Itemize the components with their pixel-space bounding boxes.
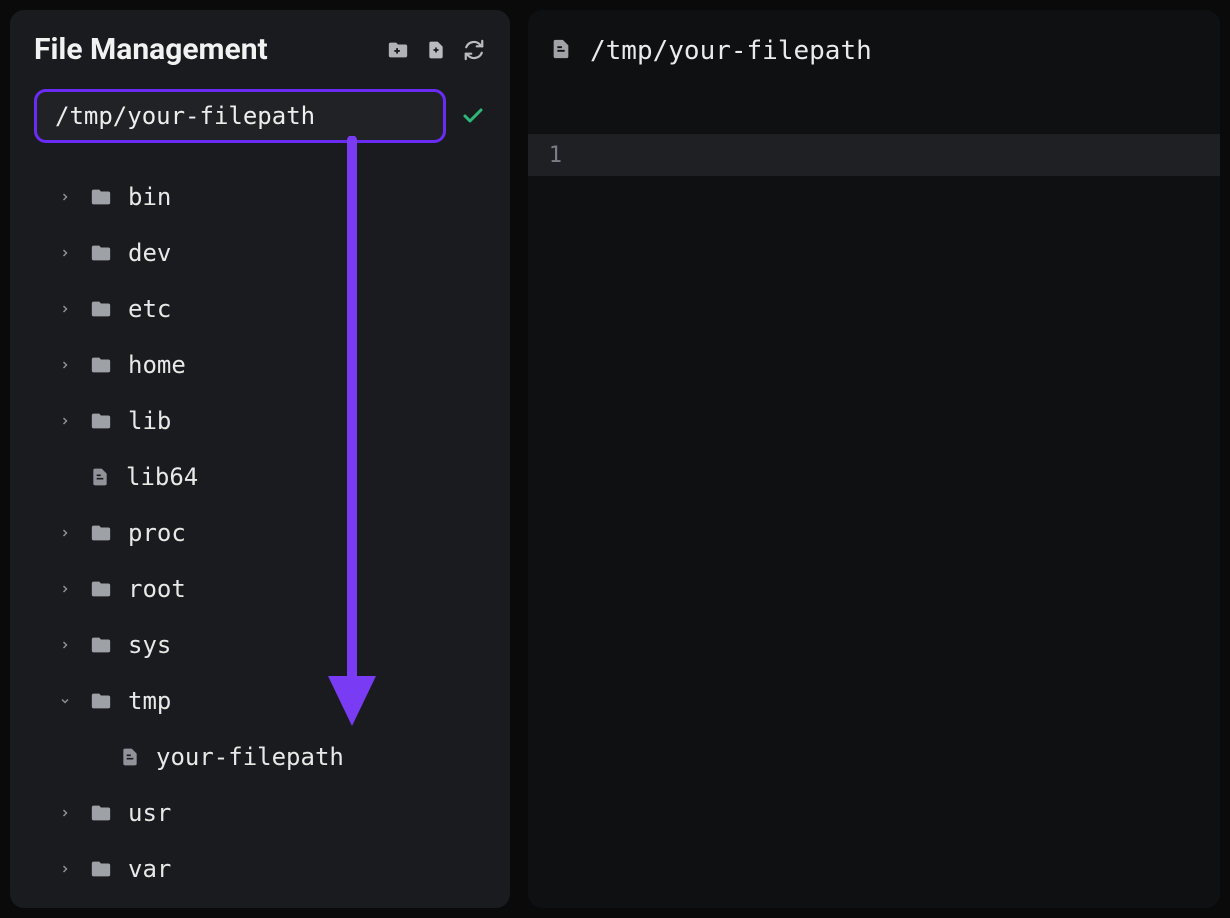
tree-folder-var[interactable]: var xyxy=(56,841,486,897)
file-plus-icon xyxy=(426,39,446,61)
refresh-button[interactable] xyxy=(462,38,486,62)
sidebar-title: File Management xyxy=(34,32,268,67)
check-icon xyxy=(461,104,485,128)
chevron-right-icon xyxy=(56,415,74,427)
tree-item-label: your-filepath xyxy=(156,743,344,771)
sidebar-header: File Management xyxy=(34,32,486,67)
folder-icon xyxy=(90,522,112,544)
tree-folder-usr[interactable]: usr xyxy=(56,785,486,841)
open-file-path: /tmp/your-filepath xyxy=(590,36,872,66)
folder-icon xyxy=(90,354,112,376)
file-tree: bin dev etc home lib xyxy=(34,169,486,897)
tree-folder-bin[interactable]: bin xyxy=(56,169,486,225)
tree-item-label: lib xyxy=(128,407,171,435)
editor-header: /tmp/your-filepath xyxy=(528,36,1220,66)
tree-folder-sys[interactable]: sys xyxy=(56,617,486,673)
folder-icon xyxy=(90,858,112,880)
tree-folder-lib[interactable]: lib xyxy=(56,393,486,449)
chevron-right-icon xyxy=(56,583,74,595)
tree-folder-tmp[interactable]: tmp xyxy=(56,673,486,729)
confirm-path-button[interactable] xyxy=(460,103,486,129)
chevron-right-icon xyxy=(56,807,74,819)
folder-icon xyxy=(90,298,112,320)
chevron-right-icon xyxy=(56,527,74,539)
tree-item-label: tmp xyxy=(128,687,171,715)
path-input-row xyxy=(34,89,486,143)
chevron-right-icon xyxy=(56,191,74,203)
chevron-right-icon xyxy=(56,639,74,651)
folder-icon xyxy=(90,242,112,264)
chevron-right-icon xyxy=(56,303,74,315)
tree-folder-home[interactable]: home xyxy=(56,337,486,393)
tree-item-label: proc xyxy=(128,519,186,547)
tree-item-label: lib64 xyxy=(126,463,198,491)
folder-icon xyxy=(90,690,112,712)
chevron-right-icon xyxy=(56,359,74,371)
chevron-right-icon xyxy=(56,863,74,875)
tree-file-your-filepath[interactable]: your-filepath xyxy=(56,729,486,785)
folder-icon xyxy=(90,802,112,824)
tree-item-label: dev xyxy=(128,239,171,267)
folder-plus-icon xyxy=(387,39,409,61)
file-icon xyxy=(90,466,110,488)
folder-icon xyxy=(90,186,112,208)
file-management-sidebar: File Management xyxy=(10,10,510,908)
tree-item-label: home xyxy=(128,351,186,379)
folder-icon xyxy=(90,410,112,432)
tree-item-label: bin xyxy=(128,183,171,211)
tree-folder-etc[interactable]: etc xyxy=(56,281,486,337)
tree-item-label: etc xyxy=(128,295,171,323)
sidebar-actions xyxy=(386,38,486,62)
tree-folder-proc[interactable]: proc xyxy=(56,505,486,561)
new-folder-button[interactable] xyxy=(386,38,410,62)
tree-file-lib64[interactable]: lib64 xyxy=(56,449,486,505)
new-file-button[interactable] xyxy=(424,38,448,62)
editor-line: 1 xyxy=(528,134,1220,176)
tree-item-label: usr xyxy=(128,799,171,827)
tree-folder-root[interactable]: root xyxy=(56,561,486,617)
file-icon xyxy=(120,746,140,768)
line-number: 1 xyxy=(528,143,574,168)
path-input[interactable] xyxy=(34,89,446,143)
tree-folder-dev[interactable]: dev xyxy=(56,225,486,281)
tree-item-label: sys xyxy=(128,631,171,659)
refresh-icon xyxy=(463,39,485,61)
folder-icon xyxy=(90,578,112,600)
chevron-right-icon xyxy=(56,247,74,259)
file-icon xyxy=(550,37,572,65)
editor-panel: /tmp/your-filepath 1 xyxy=(528,10,1220,908)
tree-item-label: var xyxy=(128,855,171,883)
tree-item-label: root xyxy=(128,575,186,603)
code-editor[interactable]: 1 xyxy=(528,134,1220,176)
chevron-down-icon xyxy=(56,695,74,707)
folder-icon xyxy=(90,634,112,656)
